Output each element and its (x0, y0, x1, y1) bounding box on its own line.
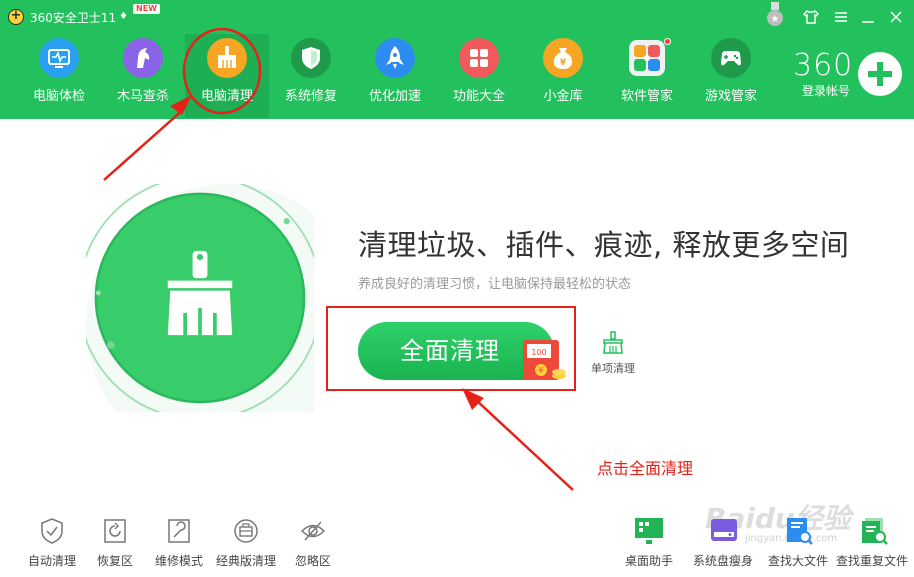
add-plus-button[interactable] (858, 52, 902, 96)
restore-icon (104, 519, 126, 543)
bottom-label: 查找重复文件 (835, 554, 908, 568)
nav-item-pc-checkup[interactable]: 电脑体检 (17, 34, 101, 118)
title-bar[interactable]: + 360安全卫士11 ♦ NEW ★ (0, 0, 914, 34)
moneybag-icon: ¥ (543, 38, 583, 78)
nav-item-software-manager[interactable]: 软件管家 (605, 34, 689, 118)
annotation-arrow-2 (475, 399, 574, 491)
brand-360: 360 (793, 48, 854, 83)
single-clean-button[interactable]: 单项清理 (585, 328, 641, 378)
broom-outline-icon (603, 331, 623, 354)
nav-item-all-features[interactable]: 功能大全 (437, 34, 521, 118)
red-envelope-icon[interactable]: 100 ¥ (519, 332, 569, 386)
page-subtitle: 养成良好的清理习惯，让电脑保持最轻松的状态 (358, 277, 632, 292)
annotation-text: 点击全面清理 (597, 459, 694, 478)
nav-label: 优化加速 (368, 89, 421, 104)
nav-label: 电脑清理 (200, 89, 253, 104)
header: + 360安全卫士11 ♦ NEW ★ 电脑体检 木马查杀 电脑清理 系统修复 … (0, 0, 914, 119)
bottom-label: 自动清理 (27, 554, 76, 568)
nav-label: 软件管家 (620, 89, 673, 104)
nav-item-trojan-scan[interactable]: 木马查杀 (101, 34, 185, 118)
notification-dot (664, 38, 671, 45)
broom-icon (207, 38, 247, 78)
find-large-files-button[interactable]: 查找大文件 (766, 516, 830, 572)
rocket-icon (375, 38, 415, 78)
svg-text:¥: ¥ (538, 366, 543, 375)
nav-label: 功能大全 (452, 89, 505, 104)
medal-icon[interactable]: ★ (765, 2, 785, 28)
system-disk-slim-button[interactable]: 系统盘瘦身 (690, 516, 756, 572)
desktop-assistant-button[interactable]: 桌面助手 (621, 516, 677, 572)
repair-mode-button[interactable]: 维修模式 (150, 516, 208, 572)
grid-icon (459, 38, 499, 78)
nav-item-game-manager[interactable]: 游戏管家 (689, 34, 773, 118)
flower-icon (629, 40, 665, 76)
svg-text:¥: ¥ (560, 58, 567, 68)
disk-icon (711, 519, 737, 541)
new-badge: NEW (133, 4, 160, 14)
nav-item-pc-cleanup[interactable]: 电脑清理 (185, 34, 269, 118)
close-icon[interactable] (885, 6, 907, 28)
nav-label: 小金库 (543, 89, 583, 104)
horse-icon (123, 38, 163, 78)
page-headline: 清理垃圾、插件、痕迹, 释放更多空间 (358, 228, 850, 262)
ignore-area-button[interactable]: 忽略区 (290, 516, 336, 572)
single-clean-label: 单项清理 (591, 362, 635, 375)
auto-clean-button[interactable]: 自动清理 (24, 516, 80, 572)
envelope-amount: 100 (531, 348, 546, 357)
menu-icon[interactable] (830, 6, 852, 28)
360-logo-icon: + (8, 9, 24, 25)
shirt-icon[interactable] (800, 6, 822, 28)
desktop-icon (635, 518, 663, 544)
cleanup-hero-icon (86, 184, 314, 412)
eye-off-icon (300, 521, 326, 541)
monitor-icon (39, 38, 79, 78)
nav-item-system-repair[interactable]: 系统修复 (269, 34, 353, 118)
gamepad-icon (711, 38, 751, 78)
nav-label: 游戏管家 (704, 89, 757, 104)
bottom-label: 维修模式 (154, 554, 203, 568)
bottom-label: 查找大文件 (767, 554, 828, 568)
briefcase-icon (234, 519, 258, 543)
bottom-label: 桌面助手 (624, 554, 673, 568)
bottom-label: 恢复区 (96, 554, 133, 568)
shield-check-icon (41, 518, 63, 544)
nav-item-optimize[interactable]: 优化加速 (353, 34, 437, 118)
upgrade-icon[interactable]: ♦ (119, 11, 128, 22)
wrench-icon (168, 519, 190, 543)
svg-text:★: ★ (771, 14, 780, 25)
bottom-label: 忽略区 (294, 554, 331, 568)
bottom-label: 系统盘瘦身 (692, 554, 753, 568)
nav-item-vault[interactable]: ¥ 小金库 (521, 34, 605, 118)
nav-label: 电脑体检 (32, 89, 85, 104)
find-duplicate-files-button[interactable]: 查找重复文件 (834, 516, 910, 572)
shield-icon (291, 38, 331, 78)
classic-clean-button[interactable]: 经典版清理 (214, 516, 278, 572)
minimize-icon[interactable] (857, 6, 879, 28)
duplicate-file-icon (862, 518, 888, 545)
app-window: + 360安全卫士11 ♦ NEW ★ 电脑体检 木马查杀 电脑清理 系统修复 … (0, 0, 914, 577)
search-file-icon (787, 518, 813, 545)
restore-area-button[interactable]: 恢复区 (90, 516, 140, 572)
nav-label: 系统修复 (284, 89, 337, 104)
bottom-label: 经典版清理 (215, 554, 276, 568)
login-link[interactable]: 登录帐号 (802, 82, 850, 99)
nav-label: 木马查杀 (116, 89, 169, 104)
app-title: 360安全卫士11 (30, 11, 117, 25)
